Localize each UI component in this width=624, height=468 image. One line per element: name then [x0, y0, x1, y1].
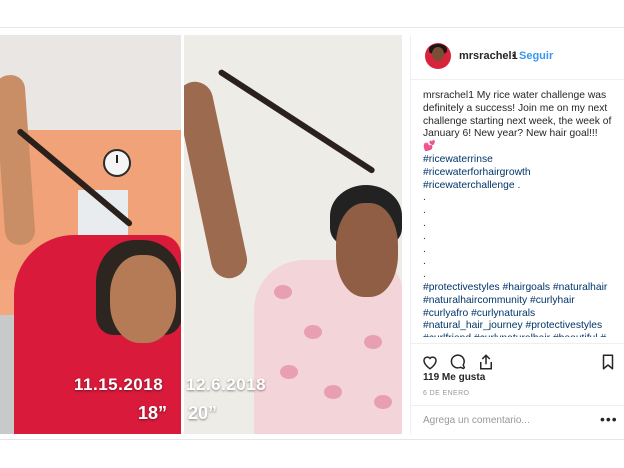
- comment-row: Agrega un comentario... •••: [411, 405, 624, 435]
- action-bar: [411, 343, 624, 374]
- robe-heart: [374, 395, 392, 409]
- caption-username[interactable]: mrsrachel1: [423, 90, 474, 101]
- hashtag-block[interactable]: #protectivestyles #hairgoals #naturalhai…: [423, 282, 619, 337]
- hashtag-link[interactable]: #ricewaterforhairgrowth: [423, 167, 619, 180]
- face: [336, 203, 398, 297]
- robe-heart: [304, 325, 322, 339]
- post-date: 6 DE ENERO: [423, 390, 470, 397]
- post-header: mrsrachel1 • Seguir: [411, 35, 624, 80]
- after-length: 20”: [188, 403, 218, 423]
- robe-heart: [364, 335, 382, 349]
- comment-icon[interactable]: [449, 353, 467, 371]
- robe-heart: [280, 365, 298, 379]
- caption-dot: .: [423, 205, 426, 217]
- after-date: 12.6.2018: [186, 375, 267, 394]
- hashtag-link[interactable]: #ricewaterrinse: [423, 154, 619, 167]
- ceiling: [0, 35, 181, 130]
- username-link[interactable]: mrsrachel1: [459, 50, 518, 62]
- before-length: 18”: [138, 403, 168, 423]
- follow-button[interactable]: Seguir: [519, 50, 553, 62]
- heart-icon[interactable]: [421, 353, 439, 371]
- comment-input[interactable]: Agrega un comentario...: [423, 415, 530, 426]
- caption-dot: .: [423, 243, 426, 255]
- caption-dot: .: [423, 192, 426, 204]
- wall-clock: [103, 149, 131, 177]
- caption-dot: .: [423, 230, 426, 242]
- avatar-face: [432, 47, 444, 61]
- heart-emoji: 💕: [423, 141, 436, 153]
- share-icon[interactable]: [477, 353, 495, 371]
- post-sidebar: mrsrachel1 • Seguir mrsrachel1 My rice w…: [410, 35, 624, 434]
- caption-dot: .: [423, 256, 426, 268]
- separator-dot: •: [512, 50, 516, 62]
- like-count[interactable]: 119 Me gusta: [423, 372, 485, 383]
- robe-heart: [274, 285, 292, 299]
- face: [110, 255, 176, 343]
- caption: mrsrachel1 My rice water challenge was d…: [423, 90, 619, 337]
- before-date: 11.15.2018: [74, 375, 164, 394]
- hashtag-link[interactable]: #ricewaterchallenge .: [423, 180, 619, 193]
- before-photo: 11.15.2018 18”: [0, 35, 181, 434]
- caption-dot: .: [423, 217, 426, 229]
- bookmark-icon[interactable]: [599, 353, 617, 371]
- after-photo: 12.6.2018 20”: [184, 35, 402, 434]
- avatar[interactable]: [425, 43, 451, 69]
- more-options-icon[interactable]: •••: [600, 411, 618, 427]
- caption-dot: .: [423, 269, 426, 281]
- robe-heart: [324, 385, 342, 399]
